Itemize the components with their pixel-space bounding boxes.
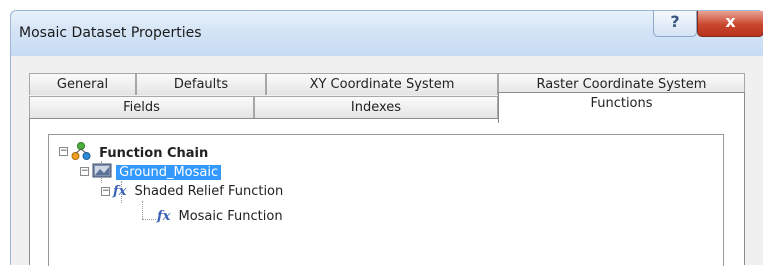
tree-node-function-chain[interactable]: Function Chain bbox=[71, 141, 208, 161]
window-title: Mosaic Dataset Properties bbox=[19, 25, 202, 41]
functions-panel: − Function Chain − Ground_Mosaic − fx Sh… bbox=[29, 118, 745, 266]
close-icon: x bbox=[725, 12, 736, 31]
close-button[interactable]: x bbox=[697, 11, 763, 37]
function-chain-icon bbox=[71, 142, 91, 160]
shaded-relief-function-label: Shaded Relief Function bbox=[134, 184, 284, 199]
tab-fields[interactable]: Fields bbox=[29, 96, 254, 118]
tab-xy-coordinate-system[interactable]: XY Coordinate System bbox=[266, 73, 498, 95]
tree-node-ground-mosaic[interactable]: Ground_Mosaic bbox=[92, 162, 222, 182]
function-chain-label: Function Chain bbox=[99, 146, 209, 161]
title-bar[interactable]: Mosaic Dataset Properties ? x bbox=[10, 10, 763, 57]
function-tree[interactable]: − Function Chain − Ground_Mosaic − fx Sh… bbox=[48, 134, 724, 266]
fx-icon: fx bbox=[113, 184, 127, 199]
properties-dialog: Mosaic Dataset Properties ? x General De… bbox=[10, 0, 763, 266]
fx-icon: fx bbox=[157, 209, 171, 224]
tab-defaults[interactable]: Defaults bbox=[136, 73, 266, 95]
expand-toggle-ground-mosaic[interactable]: − bbox=[80, 167, 89, 176]
expand-toggle-function-chain[interactable]: − bbox=[59, 147, 68, 156]
tab-functions[interactable]: Functions bbox=[498, 92, 745, 123]
tree-node-shaded-relief-function[interactable]: fx Shaded Relief Function bbox=[113, 182, 283, 202]
help-button[interactable]: ? bbox=[653, 11, 697, 37]
help-icon: ? bbox=[670, 12, 680, 31]
dialog-body: General Defaults XY Coordinate System Ra… bbox=[10, 56, 763, 266]
tab-general[interactable]: General bbox=[29, 73, 136, 95]
expand-toggle-shaded-relief[interactable]: − bbox=[101, 187, 110, 196]
tree-connector bbox=[142, 201, 143, 219]
tab-indexes[interactable]: Indexes bbox=[254, 96, 498, 118]
ground-mosaic-label: Ground_Mosaic bbox=[116, 165, 222, 180]
tree-connector bbox=[142, 219, 156, 220]
mosaic-function-label: Mosaic Function bbox=[178, 209, 283, 224]
raster-dataset-icon bbox=[92, 163, 112, 178]
tree-node-mosaic-function[interactable]: fx Mosaic Function bbox=[157, 207, 283, 227]
